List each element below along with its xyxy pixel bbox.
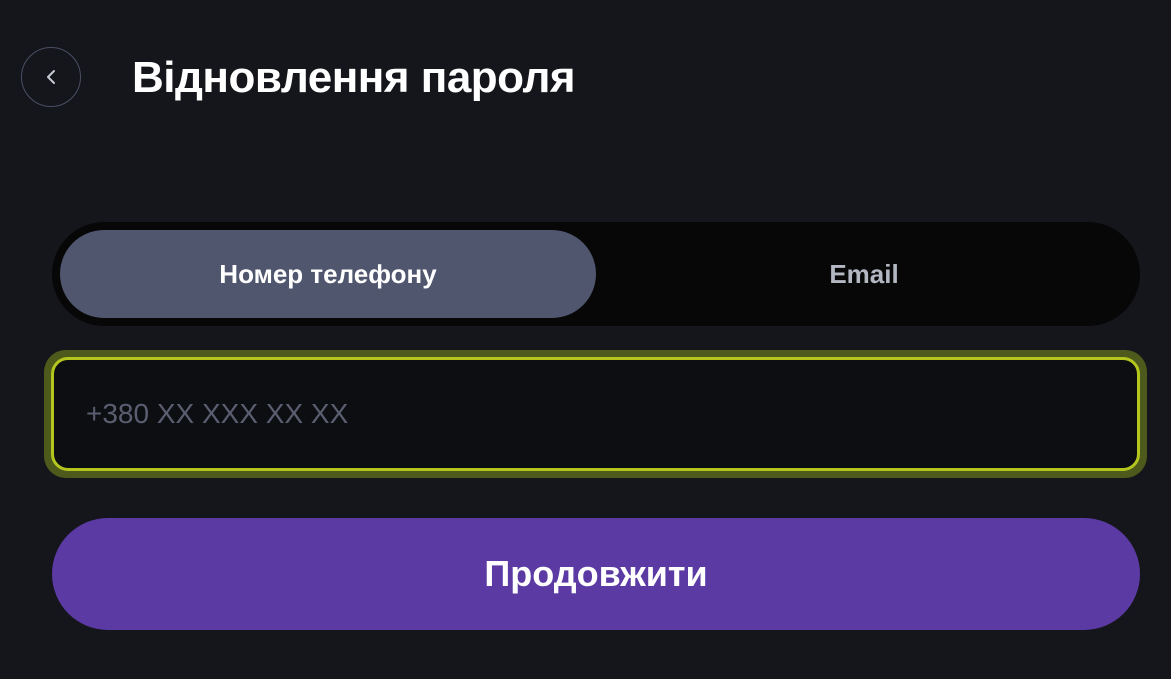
chevron-left-icon [44, 67, 58, 87]
continue-button[interactable]: Продовжити [52, 518, 1140, 630]
continue-button-label: Продовжити [484, 553, 708, 594]
tab-email-label: Email [829, 258, 899, 289]
phone-input[interactable] [54, 360, 1137, 468]
phone-field-frame [51, 357, 1140, 471]
page-title: Відновлення пароля [132, 53, 576, 102]
back-button[interactable] [21, 47, 81, 107]
method-toggle: Номер телефону Email [52, 222, 1140, 326]
phone-field-container [44, 350, 1147, 478]
tab-phone-number-label: Номер телефону [219, 258, 437, 289]
tab-email[interactable]: Email [596, 230, 1132, 318]
tab-phone-number[interactable]: Номер телефону [60, 230, 596, 318]
